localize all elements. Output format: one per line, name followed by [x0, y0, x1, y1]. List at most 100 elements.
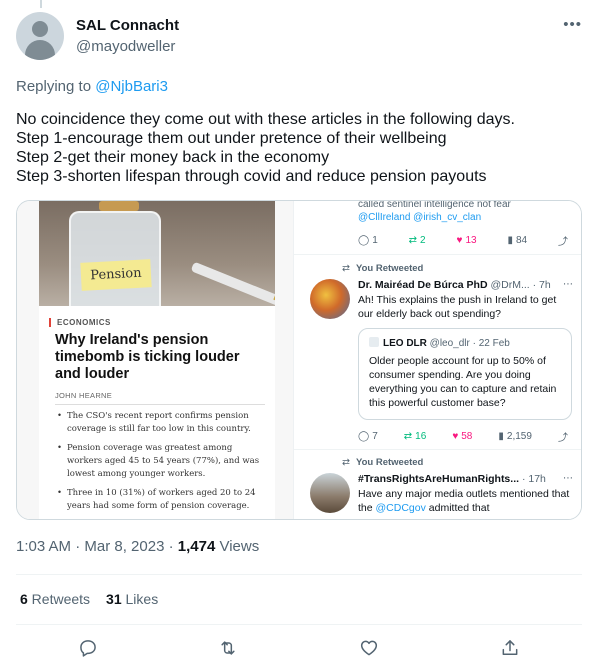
retweets-label: Retweets — [27, 591, 91, 607]
retweet-icon: ⇄ — [342, 457, 350, 468]
article-bullet: Three in 10 (31%) of workers aged 20 to … — [55, 487, 267, 513]
like-count: 58 — [461, 431, 473, 442]
tweet-timestamp[interactable]: 1:03 AM · Mar 8, 2023 · 1,474 Views — [16, 538, 259, 555]
replying-to: Replying to @NjbBari3 — [16, 78, 168, 95]
article-tag: ECONOMICS — [57, 318, 111, 327]
retweets-count: 6 — [20, 591, 28, 607]
like-button[interactable] — [355, 634, 383, 662]
author-handle[interactable]: @mayodweller — [76, 38, 175, 55]
tweet-line: Step 3-shorten lifespan through covid an… — [16, 168, 487, 185]
retweet-action: ⇄ 2 — [409, 233, 426, 248]
reply-count: 1 — [372, 235, 378, 246]
tweet-media-image[interactable]: Pension ECONOMICS Why Ireland's pension … — [16, 200, 582, 520]
avatar-body-shape — [25, 40, 55, 60]
share-icon: ⤴ — [557, 237, 568, 248]
share-icon: ⤴ — [557, 433, 568, 444]
quoted-author-name: LEO DLR — [383, 338, 427, 349]
quoted-author: LEO DLR @leo_dlr · 22 Feb — [369, 337, 510, 349]
article-card: ECONOMICS Why Ireland's pension timebomb… — [39, 306, 275, 519]
article-bullet: Pension coverage was greatest among work… — [55, 442, 267, 481]
retweet-indicator: ⇄ You Retweeted — [342, 457, 423, 468]
post-avatar — [310, 473, 350, 513]
thread-connector-line — [40, 0, 42, 8]
post-handle-time: · 17h — [521, 473, 546, 485]
reply-icon: ◯ — [358, 235, 370, 246]
feed-divider — [294, 254, 581, 255]
article-author: JOHN HEARNE — [55, 391, 113, 400]
share-icon — [502, 640, 518, 655]
more-dots-icon[interactable]: ••• — [563, 16, 582, 33]
article-bullets: The CSO's recent report confirms pension… — [55, 410, 267, 519]
views-icon: ▮ — [507, 235, 513, 246]
views-icon: ▮ — [498, 431, 504, 442]
reply-icon — [80, 640, 96, 657]
engagement-stats: 6 Retweets 31 Likes — [20, 591, 158, 607]
views-count: 1,474 — [177, 538, 216, 555]
pension-jar-photo: Pension — [39, 201, 275, 306]
retweet-icon: ⇄ — [403, 431, 413, 442]
retweet-indicator-label: You Retweeted — [355, 263, 424, 274]
quoted-handle-time: @leo_dlr · 22 Feb — [429, 338, 510, 349]
retweets-stat[interactable]: 6 Retweets — [20, 591, 90, 607]
replying-to-prefix: Replying to — [16, 78, 96, 95]
retweet-icon: ⇄ — [342, 263, 350, 274]
article-bullet: The CSO's recent report confirms pension… — [55, 410, 267, 436]
tweet-line: No coincidence they come out with these … — [16, 111, 515, 128]
retweet-indicator: ⇄ You Retweeted — [342, 263, 423, 274]
tweet-text: No coincidence they come out with these … — [16, 110, 582, 186]
post-author-name: #TransRightsAreHumanRights... — [358, 473, 520, 485]
author-avatar[interactable] — [16, 12, 64, 60]
retweet-count: 16 — [415, 431, 427, 442]
post-author: Dr. Mairéad De Búrca PhD @DrM... · 7h — [358, 279, 551, 291]
views-action: ▮ 2,159 — [498, 429, 532, 444]
post-actions: ◯ 7 ⇄ 16 ♥ 58 ▮ 2,159 ⤴ — [358, 429, 568, 444]
retweet-icon: ⇄ — [408, 235, 418, 246]
likes-count: 31 — [106, 591, 122, 607]
post-text-part: admitted that — [425, 502, 490, 514]
share-button[interactable] — [496, 634, 524, 662]
avatar-head-shape — [32, 21, 48, 37]
post-author: #TransRightsAreHumanRights... · 17h — [358, 473, 546, 485]
likes-label: Likes — [121, 591, 159, 607]
timeline-screenshot: called sentinel intelligence not fear @C… — [293, 201, 581, 519]
post-handle-time: @DrM... · 7h — [490, 279, 551, 291]
post-text: Ah! This explains the push in Ireland to… — [358, 294, 557, 320]
like-count: 13 — [465, 235, 477, 246]
tweet-line: Step 2-get their money back in the econo… — [16, 149, 330, 166]
views-count: 84 — [515, 235, 528, 246]
reply-action: ◯ 1 — [358, 233, 378, 248]
heart-icon: ♥ — [456, 235, 463, 246]
divider — [16, 624, 582, 625]
post-text-link: @CDCgov — [375, 502, 426, 514]
post-avatar — [310, 279, 350, 319]
retweet-action: ⇄ 16 — [404, 429, 427, 444]
views-label: Views — [215, 538, 260, 555]
heart-icon — [360, 640, 378, 656]
reply-action: ◯ 7 — [358, 429, 378, 444]
feed-top-actions: ◯ 1 ⇄ 2 ♥ 13 ▮ 84 ⤴ — [358, 233, 568, 248]
quoted-text: Older people account for up to 50% of co… — [369, 355, 557, 409]
likes-stat[interactable]: 31 Likes — [106, 591, 158, 607]
reply-button[interactable] — [74, 634, 102, 662]
coin-shape — [99, 201, 139, 211]
post-author-name: Dr. Mairéad De Búrca PhD — [358, 279, 488, 291]
reply-count: 7 — [372, 431, 378, 442]
like-action: ♥ 13 — [457, 233, 477, 248]
retweet-indicator-label: You Retweeted — [355, 457, 424, 468]
time-date[interactable]: 1:03 AM · Mar 8, 2023 · — [16, 538, 178, 555]
article-screenshot: Pension ECONOMICS Why Ireland's pension … — [17, 201, 293, 519]
quoted-tweet: LEO DLR @leo_dlr · 22 Feb Older people a… — [358, 328, 572, 420]
more-dots-icon: ⋯ — [563, 473, 573, 484]
feed-divider — [294, 449, 581, 450]
retweet-count: 2 — [420, 235, 426, 246]
replying-to-handle-link[interactable]: @NjbBari3 — [95, 78, 168, 95]
tag-accent-bar — [49, 318, 51, 327]
retweet-button[interactable] — [214, 634, 242, 662]
divider — [16, 574, 582, 575]
more-dots-icon: ⋯ — [563, 279, 573, 290]
heart-icon: ♥ — [452, 431, 459, 442]
quoted-avatar — [369, 337, 379, 347]
author-name[interactable]: SAL Connacht — [76, 17, 179, 34]
jar-label: Pension — [80, 259, 152, 291]
tweet-actions-bar — [0, 634, 598, 664]
